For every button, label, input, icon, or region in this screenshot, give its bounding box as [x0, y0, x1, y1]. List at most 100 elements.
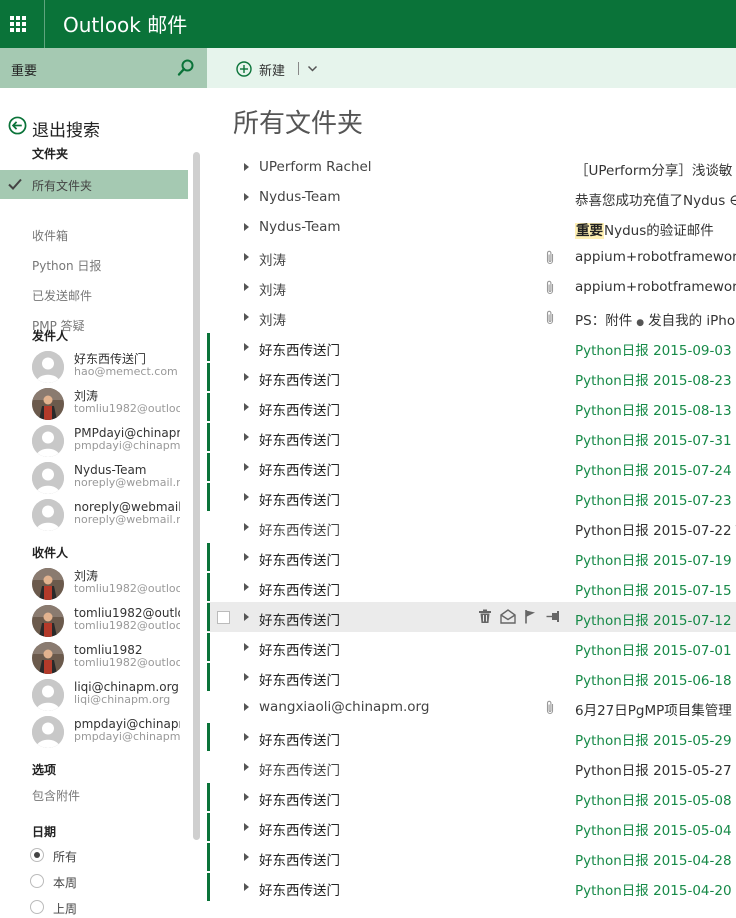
expand-caret-icon[interactable]: [244, 403, 249, 411]
recipient-filter-item[interactable]: tomliu1982@outlo tomliu1982@outlook: [32, 604, 182, 640]
message-row[interactable]: wangxiaoli@chinapm.org 6月27日PgMP项目集管理: [207, 692, 736, 722]
search-input[interactable]: 重要: [11, 60, 37, 79]
has-attachment-filter[interactable]: 包含附件: [32, 787, 80, 804]
expand-caret-icon[interactable]: [244, 673, 249, 681]
message-sender: 好东西传送门: [259, 343, 340, 359]
expand-caret-icon[interactable]: [244, 613, 249, 621]
recipient-filter-item[interactable]: 刘涛 tomliu1982@outlook: [32, 567, 182, 603]
message-row[interactable]: 好东西传送门 Python日报 2015-07-31 用: [207, 422, 736, 452]
default-avatar-icon: [32, 716, 64, 748]
default-avatar-icon: [32, 351, 64, 383]
recipient-filter-item[interactable]: liqi@chinapm.org liqi@chinapm.org: [32, 678, 182, 714]
expand-caret-icon[interactable]: [244, 553, 249, 561]
new-button[interactable]: 新建: [259, 60, 285, 79]
message-sender: UPerform Rachel: [259, 159, 372, 175]
message-row[interactable]: 好东西传送门 Python日报 2015-07-23 P: [207, 482, 736, 512]
folder-item-inbox[interactable]: 收件箱: [0, 223, 188, 252]
message-row[interactable]: 刘涛 PS：附件 ● 发自我的 iPho: [207, 302, 736, 332]
message-row[interactable]: 好东西传送门 Python日报 2015-06-18 P: [207, 662, 736, 692]
expand-caret-icon[interactable]: [244, 313, 249, 321]
search-box[interactable]: 重要: [0, 48, 207, 88]
expand-caret-icon[interactable]: [244, 733, 249, 741]
message-row[interactable]: 好东西传送门 Python日报 2015-07-15 P: [207, 572, 736, 602]
chevron-down-icon[interactable]: [307, 63, 318, 74]
flag-icon[interactable]: [524, 609, 538, 624]
expand-caret-icon[interactable]: [244, 223, 249, 231]
date-option-last-week[interactable]: 上周: [30, 898, 190, 918]
message-row[interactable]: Nydus-Team 重要Nydus的验证邮件: [207, 212, 736, 242]
message-subject: Python日报 2015-07-22 Tr: [575, 523, 736, 539]
message-subject-line: 恭喜您成功充值了Nydus ∈: [575, 189, 736, 209]
plus-circle-icon[interactable]: [236, 61, 252, 77]
expand-caret-icon[interactable]: [244, 643, 249, 651]
sender-filter-item[interactable]: 刘涛 tomliu1982@outlook: [32, 387, 182, 423]
date-option-this-week[interactable]: 本周: [30, 872, 190, 892]
sender-filter-item[interactable]: noreply@webmail.n noreply@webmail.n: [32, 498, 182, 534]
folder-item-sent[interactable]: 已发送邮件: [0, 283, 188, 312]
unread-indicator: [207, 363, 210, 391]
date-option-all[interactable]: 所有: [30, 846, 190, 866]
expand-caret-icon[interactable]: [244, 523, 249, 531]
delete-icon[interactable]: [478, 609, 492, 624]
sender-filter-item[interactable]: Nydus-Team noreply@webmail.n: [32, 461, 182, 497]
expand-caret-icon[interactable]: [244, 823, 249, 831]
sender-email: noreply@webmail.n: [74, 514, 180, 526]
folder-item-all[interactable]: 所有文件夹: [0, 170, 188, 199]
message-row[interactable]: 好东西传送门 Python日报 2015-05-27 P: [207, 752, 736, 782]
expand-caret-icon[interactable]: [244, 433, 249, 441]
message-row[interactable]: 好东西传送门 Python日报 2015-07-12 C: [207, 602, 736, 632]
expand-caret-icon[interactable]: [244, 283, 249, 291]
expand-caret-icon[interactable]: [244, 493, 249, 501]
sender-filter-item[interactable]: PMPdayi@chinapm pmpdayi@chinapm: [32, 424, 182, 460]
message-row[interactable]: 好东西传送门 Python日报 2015-07-22 Tr: [207, 512, 736, 542]
mark-read-icon[interactable]: [500, 609, 516, 624]
expand-caret-icon[interactable]: [244, 343, 249, 351]
message-row[interactable]: 好东西传送门 Python日报 2015-07-19 用: [207, 542, 736, 572]
message-row[interactable]: 好东西传送门 Python日报 2015-08-23 P: [207, 362, 736, 392]
back-arrow-icon: [8, 116, 27, 135]
expand-caret-icon[interactable]: [244, 763, 249, 771]
expand-caret-icon[interactable]: [244, 193, 249, 201]
radio-button[interactable]: [30, 900, 44, 914]
message-row[interactable]: 好东西传送门 Python日报 2015-05-08 具: [207, 782, 736, 812]
folder-item-python-daily[interactable]: Python 日报: [0, 253, 188, 282]
message-row[interactable]: 好东西传送门 Python日报 2015-07-01 P: [207, 632, 736, 662]
message-row[interactable]: 好东西传送门 Python日报 2015-05-04 P: [207, 812, 736, 842]
sender-filter-item[interactable]: 好东西传送门 hao@memect.com: [32, 350, 182, 386]
message-row[interactable]: 好东西传送门 Python日报 2015-04-28 A: [207, 842, 736, 872]
expand-caret-icon[interactable]: [244, 703, 249, 711]
pin-icon[interactable]: [546, 609, 560, 624]
folder-item-pmp[interactable]: PMP 答疑: [0, 313, 188, 342]
expand-caret-icon[interactable]: [244, 793, 249, 801]
expand-caret-icon[interactable]: [244, 853, 249, 861]
search-icon[interactable]: [176, 58, 196, 78]
message-subject: Python日报 2015-07-01 P: [575, 643, 736, 659]
message-row[interactable]: UPerform Rachel ［UPerform分享］浅谈敏: [207, 152, 736, 182]
default-avatar-icon: [32, 462, 64, 494]
message-row[interactable]: Nydus-Team 恭喜您成功充值了Nydus ∈: [207, 182, 736, 212]
expand-caret-icon[interactable]: [244, 583, 249, 591]
message-row[interactable]: 好东西传送门 Python日报 2015-05-29 P: [207, 722, 736, 752]
radio-button[interactable]: [30, 874, 44, 888]
message-sender: 好东西传送门: [259, 883, 340, 899]
sidebar-scrollbar[interactable]: [193, 152, 200, 840]
message-row[interactable]: 好东西传送门 Python日报 2015-08-13 S: [207, 392, 736, 422]
expand-caret-icon[interactable]: [244, 163, 249, 171]
app-title[interactable]: Outlook 邮件: [63, 9, 187, 38]
row-checkbox[interactable]: [217, 611, 230, 624]
recipient-filter-item[interactable]: pmpdayi@chinapm pmpdayi@chinapm: [32, 715, 182, 751]
app-launcher-icon[interactable]: [0, 0, 44, 48]
message-row[interactable]: 刘涛 appium+robotframework: [207, 242, 736, 272]
expand-caret-icon[interactable]: [244, 463, 249, 471]
message-row[interactable]: 好东西传送门 Python日报 2015-07-24 理: [207, 452, 736, 482]
message-subject-line: Python日报 2015-08-23 P: [575, 369, 736, 389]
expand-caret-icon[interactable]: [244, 253, 249, 261]
message-sender: 好东西传送门: [259, 373, 340, 389]
expand-caret-icon[interactable]: [244, 373, 249, 381]
recipient-filter-item[interactable]: tomliu1982 tomliu1982@outlook: [32, 641, 182, 677]
message-sender: 好东西传送门: [259, 763, 340, 779]
message-row[interactable]: 好东西传送门 Python日报 2015-09-03 P: [207, 332, 736, 362]
expand-caret-icon[interactable]: [244, 883, 249, 891]
message-row[interactable]: 刘涛 appium+robotframework: [207, 272, 736, 302]
message-row[interactable]: 好东西传送门 Python日报 2015-04-20 P: [207, 872, 736, 902]
